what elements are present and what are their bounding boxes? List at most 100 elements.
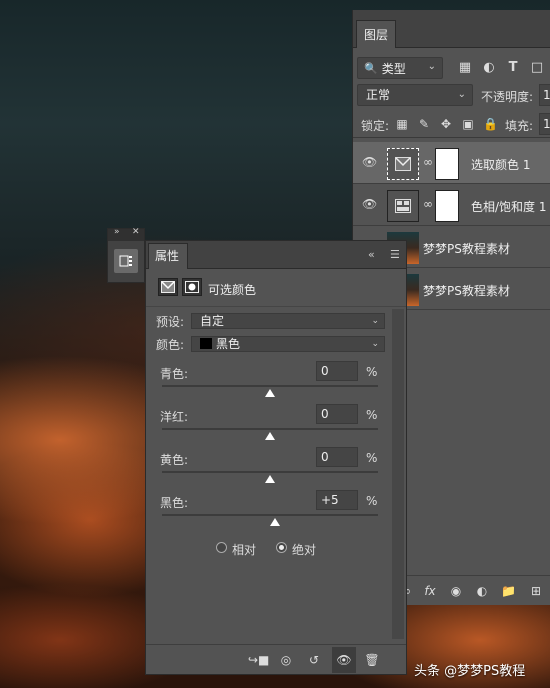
- adjustment-filter-icon[interactable]: ◐: [481, 60, 497, 76]
- method-radio-group: 相对 绝对: [216, 541, 356, 557]
- lock-artboard-icon[interactable]: ▣: [461, 117, 475, 131]
- adjustment-icon[interactable]: ◐: [475, 584, 489, 598]
- properties-panel: 属性 « ☰ 可选颜色 预设: 自定 ⌄ 颜色: 黑色 ⌄ 青色: 0 % 洋红…: [145, 240, 407, 675]
- layer-name: 色相/饱和度 1: [471, 200, 547, 214]
- chevron-down-icon: ⌄: [371, 316, 379, 326]
- slider-value-input[interactable]: 0: [316, 447, 358, 467]
- layer-row[interactable]: 👁 ∞ 选取颜色 1: [353, 142, 550, 184]
- magenta-slider: 洋红: 0 %: [160, 404, 382, 448]
- colors-row: 颜色: 黑色 ⌄: [156, 336, 386, 352]
- color-swatch: [200, 338, 212, 349]
- new-layer-icon[interactable]: ⊞: [529, 584, 543, 598]
- chevron-down-icon: ⌄: [371, 339, 379, 349]
- visibility-eye-icon[interactable]: 👁: [332, 647, 356, 673]
- lock-brush-icon[interactable]: ✎: [417, 117, 431, 131]
- close-icon[interactable]: ✕: [132, 227, 140, 237]
- layer-filter-row: 🔍 类型 ⌄ ▦ ◐ T □: [353, 48, 550, 79]
- reset-icon[interactable]: ↺: [306, 653, 322, 667]
- properties-panel-icon[interactable]: [114, 249, 138, 273]
- layer-mask-thumbnail[interactable]: [435, 190, 459, 222]
- eye-icon[interactable]: 👁: [362, 156, 378, 168]
- delete-icon[interactable]: 🗑: [364, 653, 380, 667]
- black-slider: 黑色: +5 %: [160, 490, 382, 534]
- layers-tabbar: 图层: [353, 10, 550, 48]
- blend-mode-select[interactable]: 正常 ⌄: [357, 84, 473, 106]
- chevron-down-icon: ⌄: [457, 89, 466, 100]
- panel-menu-icon[interactable]: ☰: [390, 248, 400, 261]
- slider-track[interactable]: [162, 385, 378, 387]
- slider-label: 青色:: [160, 367, 189, 381]
- collapsed-panel-header: » ✕: [108, 227, 144, 241]
- folder-icon[interactable]: 📁: [501, 584, 516, 598]
- clip-to-layer-icon[interactable]: ↪■: [248, 653, 269, 667]
- opacity-label: 不透明度:: [481, 90, 534, 104]
- relative-label: 相对: [232, 543, 257, 557]
- slider-unit: %: [366, 494, 378, 508]
- layer-name: 选取颜色 1: [471, 158, 531, 172]
- chevron-down-icon: ⌄: [427, 61, 436, 72]
- slider-label: 洋红:: [160, 410, 189, 424]
- mask-icon[interactable]: ◉: [449, 584, 463, 598]
- relative-radio[interactable]: [216, 542, 227, 553]
- link-icon[interactable]: ∞: [423, 155, 433, 171]
- slider-value-input[interactable]: 0: [316, 361, 358, 381]
- mask-icon[interactable]: [182, 278, 202, 296]
- filter-kind-select[interactable]: 🔍 类型 ⌄: [357, 57, 443, 79]
- shape-filter-icon[interactable]: □: [529, 60, 545, 76]
- fx-icon[interactable]: fx: [423, 584, 437, 598]
- slider-thumb[interactable]: [265, 389, 275, 397]
- preset-value: 自定: [200, 314, 225, 328]
- selective-color-thumb-icon: [387, 148, 419, 180]
- image-filter-icon[interactable]: ▦: [457, 60, 473, 76]
- fill-label: 填充:: [505, 119, 534, 133]
- absolute-label: 绝对: [292, 543, 317, 557]
- preset-label: 预设:: [156, 315, 185, 329]
- tab-properties[interactable]: 属性: [148, 243, 188, 269]
- slider-value-input[interactable]: 0: [316, 404, 358, 424]
- blend-mode-value: 正常: [366, 88, 391, 102]
- yellow-slider: 黄色: 0 %: [160, 447, 382, 491]
- view-previous-icon[interactable]: ◎: [278, 653, 294, 667]
- preset-select[interactable]: 自定 ⌄: [191, 313, 385, 329]
- watermark: 头条 @梦梦PS教程: [414, 664, 526, 679]
- opacity-input[interactable]: 10: [539, 84, 550, 106]
- slider-track[interactable]: [162, 471, 378, 473]
- scrollbar[interactable]: [392, 309, 404, 639]
- adjustment-title: 可选颜色: [208, 283, 257, 297]
- colors-select[interactable]: 黑色 ⌄: [191, 336, 385, 352]
- lock-move-icon[interactable]: ✥: [439, 117, 453, 131]
- slider-thumb[interactable]: [265, 432, 275, 440]
- layer-mask-thumbnail[interactable]: [435, 148, 459, 180]
- absolute-radio[interactable]: [276, 542, 287, 553]
- link-icon[interactable]: ∞: [423, 197, 433, 213]
- lock-transparent-icon[interactable]: ▦: [395, 117, 409, 131]
- lock-row: 锁定: ▦ ✎ ✥ ▣ 🔒 填充: 10: [353, 108, 550, 138]
- lock-all-icon[interactable]: 🔒: [483, 117, 498, 131]
- expand-icon[interactable]: »: [114, 227, 120, 237]
- slider-thumb[interactable]: [265, 475, 275, 483]
- collapse-icon[interactable]: «: [368, 248, 375, 261]
- slider-track[interactable]: [162, 514, 378, 516]
- search-icon: 🔍: [364, 61, 378, 75]
- blend-row: 正常 ⌄ 不透明度: 10: [353, 78, 550, 108]
- eye-icon[interactable]: 👁: [362, 198, 378, 210]
- slider-unit: %: [366, 408, 378, 422]
- slider-track[interactable]: [162, 428, 378, 430]
- selective-color-icon[interactable]: [158, 278, 178, 296]
- layer-row[interactable]: 👁 ∞ 色相/饱和度 1: [353, 184, 550, 226]
- slider-value-input[interactable]: +5: [316, 490, 358, 510]
- hue-saturation-thumb-icon: [387, 190, 419, 222]
- colors-value: 黑色: [216, 337, 241, 351]
- slider-label: 黄色:: [160, 453, 189, 467]
- layer-name: 梦梦PS教程素材: [423, 242, 510, 256]
- filter-kind-value: 类型: [381, 61, 406, 76]
- type-filter-icon[interactable]: T: [505, 60, 521, 76]
- cyan-slider: 青色: 0 %: [160, 361, 382, 405]
- colors-label: 颜色:: [156, 338, 185, 352]
- slider-thumb[interactable]: [270, 518, 281, 526]
- slider-label: 黑色:: [160, 496, 189, 510]
- tab-layers[interactable]: 图层: [356, 20, 396, 48]
- collapsed-panel: » ✕: [107, 227, 145, 283]
- slider-unit: %: [366, 451, 378, 465]
- fill-input[interactable]: 10: [539, 113, 550, 135]
